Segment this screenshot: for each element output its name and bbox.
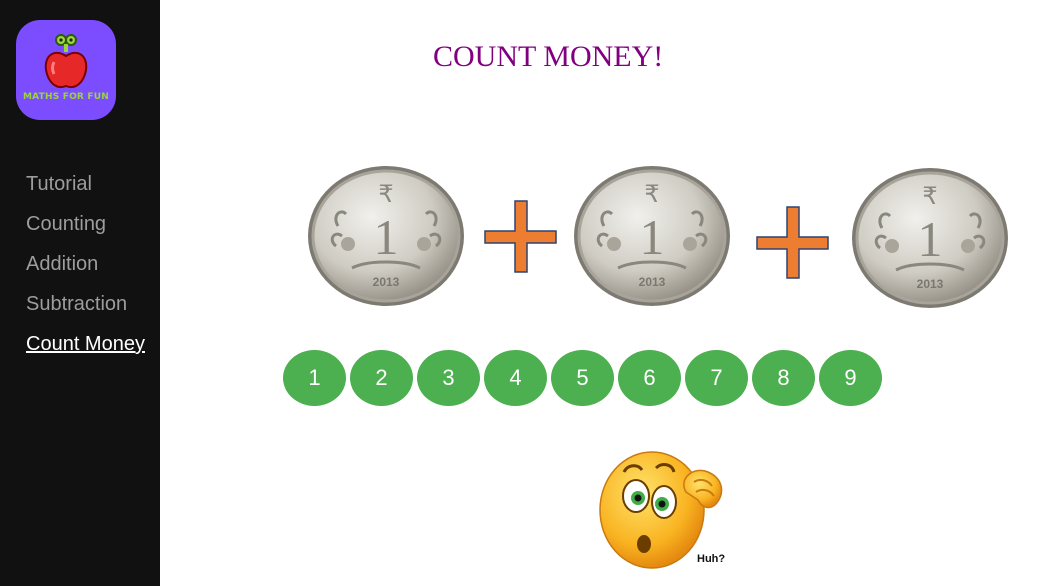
coin-value: 1 [374,209,399,265]
coin-year: 2013 [917,277,944,291]
plus-icon [484,200,557,273]
coin-year: 2013 [639,275,666,289]
nav-item-count-money[interactable]: Count Money [26,324,145,364]
coin-value: 1 [640,209,665,265]
coin-symbol: ₹ [922,182,937,210]
answer-button-1[interactable]: 1 [283,350,346,406]
coin-value: 1 [918,211,943,267]
answer-button-3[interactable]: 3 [417,350,480,406]
app-logo[interactable]: MATHS FOR FUN [16,20,116,120]
coin-image: ₹ 1 2013 [852,168,1008,308]
answer-button-7[interactable]: 7 [685,350,748,406]
logo-text: MATHS FOR FUN [23,92,109,102]
nav-item-addition[interactable]: Addition [26,244,145,284]
plus-icon [756,206,829,279]
sidebar-nav: Tutorial Counting Addition Subtraction C… [26,164,145,364]
nav-item-counting[interactable]: Counting [26,204,145,244]
answer-button-2[interactable]: 2 [350,350,413,406]
answer-button-8[interactable]: 8 [752,350,815,406]
apple-icon [44,34,88,88]
answer-button-4[interactable]: 4 [484,350,547,406]
sidebar: MATHS FOR FUN Tutorial Counting Addition… [0,0,160,586]
page-title: COUNT MONEY! [433,40,664,73]
coin-image: ₹ 1 2013 [574,166,730,306]
coin-year: 2013 [373,275,400,289]
coin-symbol: ₹ [644,180,659,208]
coin-image: ₹ 1 2013 [308,166,464,306]
answer-button-6[interactable]: 6 [618,350,681,406]
coin-symbol: ₹ [378,180,393,208]
answer-options: 1 2 3 4 5 6 7 8 9 [283,350,886,406]
nav-item-subtraction[interactable]: Subtraction [26,284,145,324]
emoji-caption: Huh? [697,553,726,565]
answer-button-9[interactable]: 9 [819,350,882,406]
answer-button-5[interactable]: 5 [551,350,614,406]
nav-item-tutorial[interactable]: Tutorial [26,164,145,204]
